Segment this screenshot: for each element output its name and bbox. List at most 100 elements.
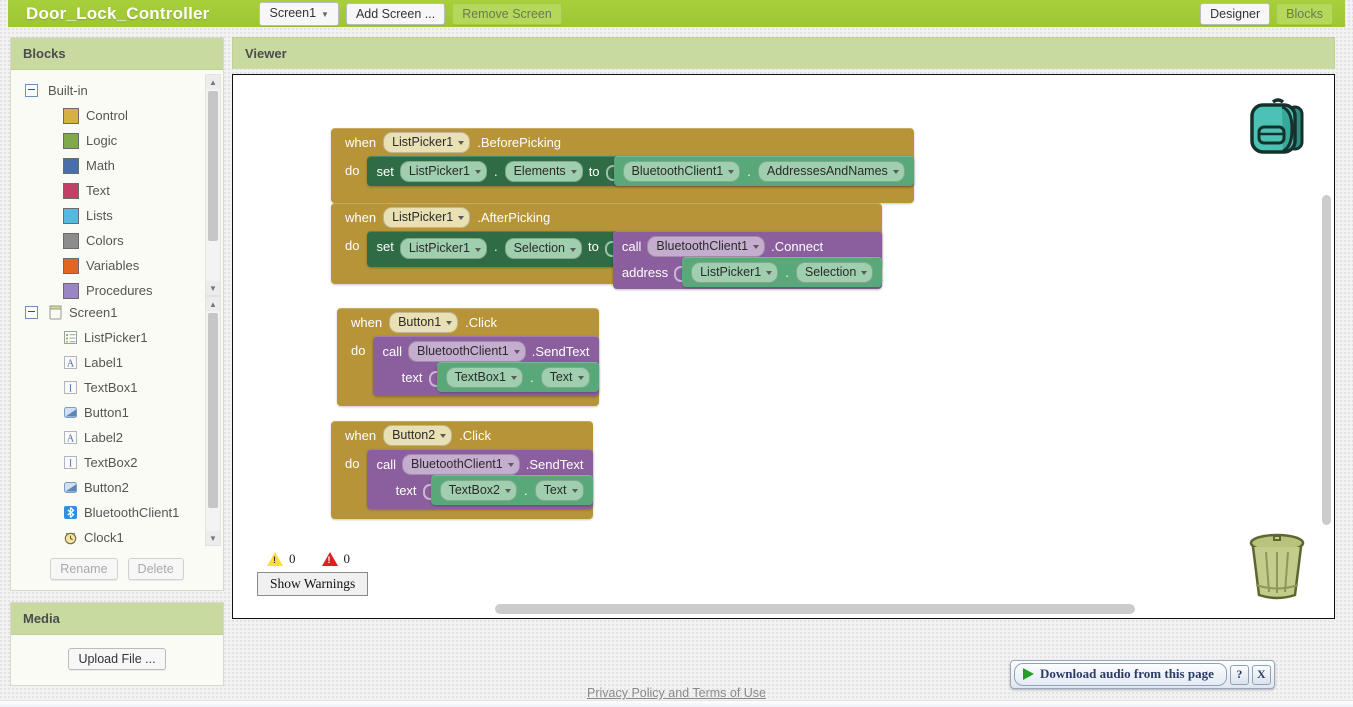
screen-tree: Screen1 ListPicker1 A Label1 I TextBox1 Butto…	[11, 292, 223, 550]
dot-separator: .	[785, 264, 789, 280]
block-get-textbox1-text[interactable]: TextBox1 . Text	[436, 362, 599, 392]
component-list: ListPicker1 A Label1 I TextBox1 Button1 A Label…	[11, 325, 223, 550]
call-component-dropdown[interactable]: BluetoothClient1	[401, 453, 520, 475]
collapse-toggle-icon[interactable]	[25, 84, 38, 97]
component-item-bluetoothclient1[interactable]: BluetoothClient1	[11, 500, 223, 525]
event-hat-block[interactable]: when Button2 .Click do call BluetoothCli…	[331, 421, 593, 519]
blocks-panel-header: Blocks	[11, 38, 223, 70]
tree-node-builtin[interactable]: Built-in	[11, 78, 223, 103]
block-call-bluetoothclient1-sendtext[interactable]: call BluetoothClient1 .SendText text Tex…	[367, 449, 593, 509]
add-screen-button[interactable]: Add Screen ...	[345, 2, 446, 25]
component-item-button2[interactable]: Button2	[11, 475, 223, 500]
screen-select-label: Screen1	[269, 5, 317, 20]
builtin-category-control[interactable]: Control	[11, 103, 223, 128]
get-component-dropdown[interactable]: TextBox1	[445, 366, 523, 388]
component-item-button1[interactable]: Button1	[11, 400, 223, 425]
set-component-dropdown[interactable]: ListPicker1	[399, 238, 487, 259]
event-hat-block[interactable]: when Button1 .Click do call BluetoothCli…	[337, 308, 599, 406]
component-item-label1[interactable]: A Label1	[11, 350, 223, 375]
designer-button[interactable]: Designer	[1200, 2, 1271, 25]
blocks-tree-scrollbar[interactable]: ▲ ▼	[205, 74, 221, 296]
block-call-bluetoothclient1-connect[interactable]: call BluetoothClient1 .Connect address L…	[612, 231, 883, 289]
builtin-category-variables[interactable]: Variables	[11, 253, 223, 278]
builtin-category-logic[interactable]: Logic	[11, 128, 223, 153]
builtin-category-text[interactable]: Text	[11, 178, 223, 203]
block-set-listpicker1-elements[interactable]: set ListPicker1 . Elements to BluetoothC…	[367, 156, 914, 186]
get-component-dropdown[interactable]: BluetoothClient1	[622, 160, 741, 182]
builtin-category-math[interactable]: Math	[11, 153, 223, 178]
scrollbar-thumb[interactable]	[208, 313, 218, 508]
builtin-category-colors[interactable]: Colors	[11, 228, 223, 253]
block-get-textbox2-text[interactable]: TextBox2 . Text	[430, 475, 593, 505]
component-dropdown[interactable]: Button2	[383, 424, 453, 446]
get-component-dropdown[interactable]: TextBox2	[439, 479, 517, 501]
blocks-button[interactable]: Blocks	[1276, 2, 1333, 25]
close-icon[interactable]: X	[1251, 664, 1271, 685]
scroll-down-arrow-icon[interactable]: ▼	[206, 531, 220, 545]
component-dropdown[interactable]: ListPicker1	[383, 206, 471, 228]
privacy-policy-link[interactable]: Privacy Policy and Terms of Use	[0, 686, 1353, 700]
upload-file-button[interactable]: Upload File ...	[68, 648, 166, 670]
call-component-dropdown[interactable]: BluetoothClient1	[407, 340, 526, 362]
get-property-dropdown[interactable]: Text	[534, 479, 584, 501]
rename-button[interactable]: Rename	[50, 558, 118, 580]
trash-can-icon[interactable]	[1244, 527, 1310, 608]
block-when-listpicker1-afterpicking[interactable]: when ListPicker1 .AfterPicking do set Li…	[331, 203, 883, 289]
get-component-dropdown[interactable]: ListPicker1	[691, 261, 779, 283]
block-when-listpicker1-beforepicking[interactable]: when ListPicker1 .BeforePicking do set L…	[331, 128, 914, 203]
block-when-button2-click[interactable]: when Button2 .Click do call BluetoothCli…	[331, 421, 593, 519]
set-row: set ListPicker1 . Elements to BluetoothC…	[367, 156, 914, 186]
component-item-listpicker1[interactable]: ListPicker1	[11, 325, 223, 350]
component-item-label2[interactable]: A Label2	[11, 425, 223, 450]
scroll-up-arrow-icon[interactable]: ▲	[206, 75, 220, 89]
scroll-up-arrow-icon[interactable]: ▲	[206, 297, 220, 311]
tree-node-screen1[interactable]: Screen1	[11, 300, 223, 325]
component-item-textbox1[interactable]: I TextBox1	[11, 375, 223, 400]
components-tree-scrollbar[interactable]: ▲ ▼	[205, 296, 221, 546]
dot-separator: .	[493, 163, 498, 179]
block-set-listpicker1-selection[interactable]: set ListPicker1 . Selection to call Blue…	[367, 231, 883, 289]
builtin-tree: Built-in Control Logic Math Text Lists Colors…	[11, 70, 223, 303]
textbox-icon: I	[63, 455, 78, 470]
call-arg-row: address ListPicker1 . Selection	[613, 257, 883, 289]
component-label: Button2	[84, 480, 129, 495]
set-component-dropdown[interactable]: ListPicker1	[399, 160, 487, 182]
arg-label-address: address	[621, 264, 669, 280]
get-property-dropdown[interactable]: Text	[540, 366, 590, 388]
canvas-horizontal-scrollbar[interactable]	[233, 602, 1334, 616]
get-property-dropdown[interactable]: Selection	[795, 261, 874, 283]
event-hat-block[interactable]: when ListPicker1 .AfterPicking do set Li…	[331, 203, 883, 289]
scrollbar-thumb[interactable]	[208, 91, 218, 241]
get-property-dropdown[interactable]: AddressesAndNames	[757, 160, 905, 182]
component-item-clock1[interactable]: Clock1	[11, 525, 223, 550]
block-get-listpicker1-selection[interactable]: ListPicker1 . Selection	[682, 257, 883, 287]
block-get-bluetoothclient1-addressesandnames[interactable]: BluetoothClient1 . AddressesAndNames	[613, 156, 914, 186]
call-component-dropdown[interactable]: BluetoothClient1	[647, 235, 766, 257]
builtin-label: Built-in	[48, 83, 88, 98]
component-dropdown[interactable]: Button1	[389, 311, 459, 333]
dot-separator: .	[529, 369, 534, 385]
set-property-dropdown[interactable]: Selection	[504, 238, 583, 259]
help-button[interactable]: ?	[1229, 664, 1249, 685]
error-count: 0	[343, 551, 351, 566]
arg-label-text: text	[395, 482, 417, 498]
collapse-toggle-icon[interactable]	[25, 306, 38, 319]
event-hat-block[interactable]: when ListPicker1 .BeforePicking do set L…	[331, 128, 914, 203]
set-property-dropdown[interactable]: Elements	[504, 160, 583, 182]
scrollbar-thumb[interactable]	[495, 604, 1135, 614]
blocks-canvas[interactable]: when ListPicker1 .BeforePicking do set L…	[232, 74, 1335, 619]
canvas-vertical-scrollbar[interactable]	[1322, 195, 1331, 525]
screen-select-dropdown[interactable]: Screen1 ▼	[259, 1, 339, 26]
component-dropdown[interactable]: ListPicker1	[383, 131, 471, 153]
delete-button[interactable]: Delete	[127, 558, 184, 580]
block-when-button1-click[interactable]: when Button1 .Click do call BluetoothCli…	[337, 308, 599, 406]
show-warnings-button[interactable]: Show Warnings	[257, 572, 369, 596]
component-item-textbox2[interactable]: I TextBox2	[11, 450, 223, 475]
download-audio-button[interactable]: Download audio from this page	[1014, 663, 1227, 686]
remove-screen-button[interactable]: Remove Screen	[452, 2, 562, 25]
backpack-icon[interactable]	[1242, 93, 1314, 170]
get-row: ListPicker1 . Selection	[682, 257, 882, 287]
builtin-category-lists[interactable]: Lists	[11, 203, 223, 228]
download-audio-widget[interactable]: Download audio from this page ? X	[1010, 660, 1275, 689]
block-call-bluetoothclient1-sendtext[interactable]: call BluetoothClient1 .SendText text Tex…	[373, 336, 599, 396]
